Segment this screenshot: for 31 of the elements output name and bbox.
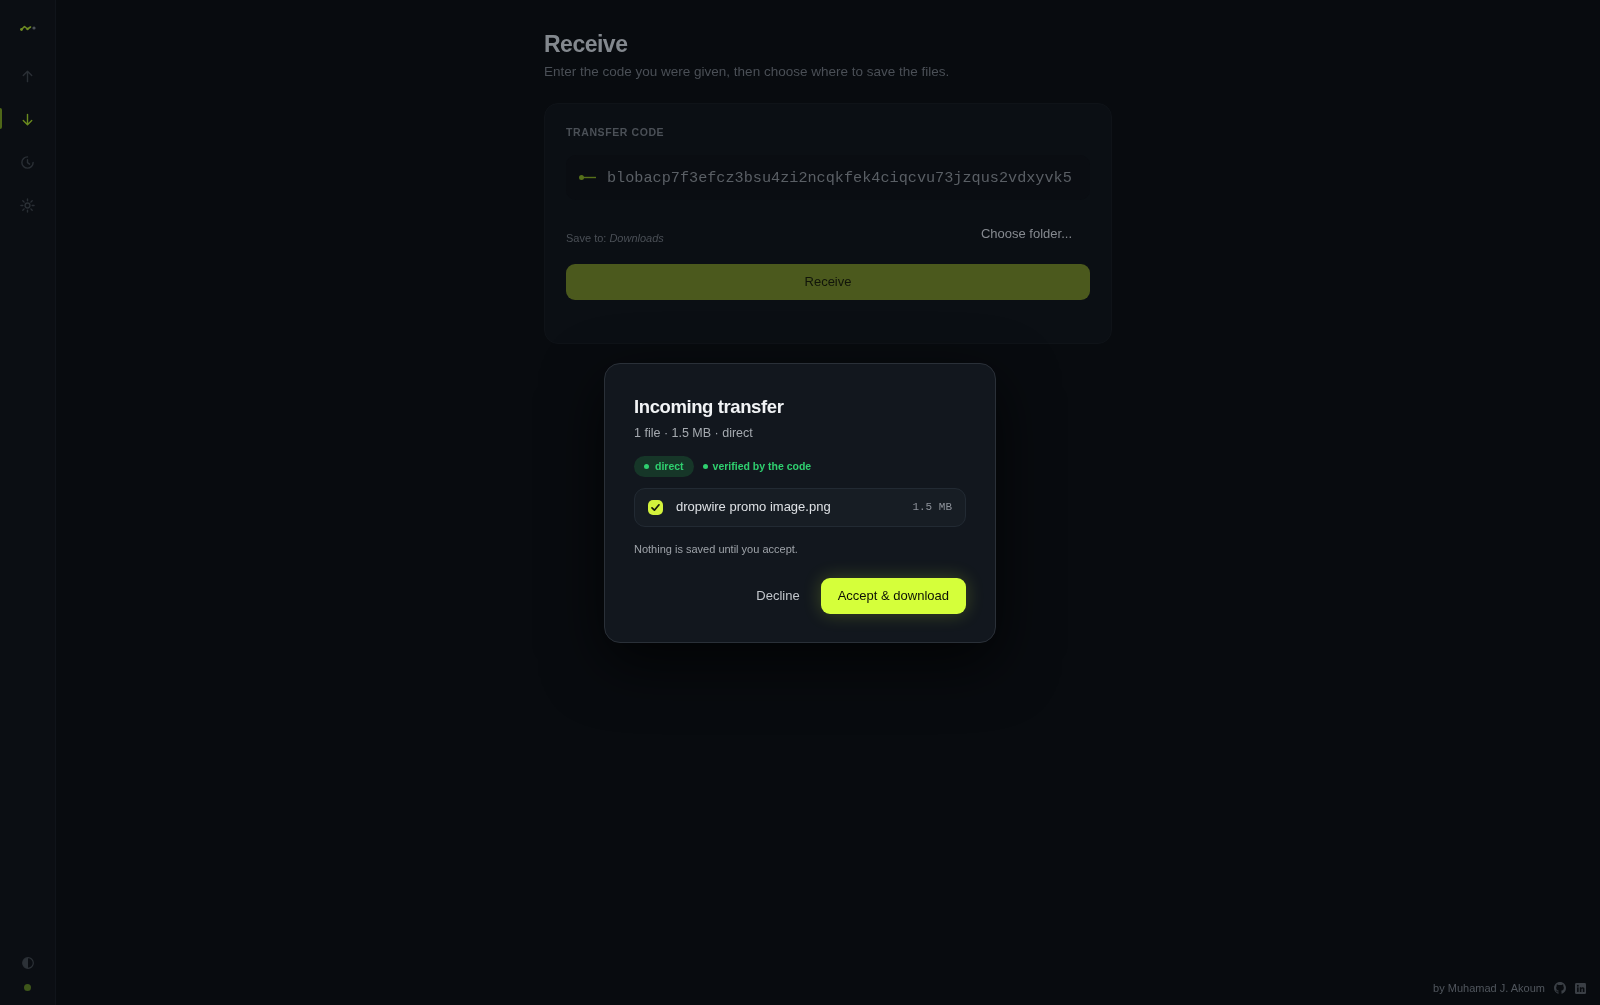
linkedin-link[interactable] [1575, 982, 1586, 994]
github-icon [1554, 982, 1566, 994]
file-checkbox[interactable] [648, 499, 663, 515]
field-label: TRANSFER CODE [566, 125, 666, 140]
arrow-up-icon [20, 68, 35, 84]
clock-icon [20, 154, 35, 170]
dialog-note: Nothing is saved until you accept. [634, 541, 799, 557]
file-name: dropwire promo image.png [676, 498, 832, 516]
page-subtitle: Enter the code you were given, then choose where to save the files. [544, 62, 951, 81]
page-title: Receive [544, 30, 629, 59]
dot-line-icon [579, 175, 596, 180]
save-location-text: Save to: Downloads [566, 231, 664, 246]
decline-button[interactable]: Decline [742, 577, 814, 614]
status-dot-icon [702, 463, 708, 469]
contrast-icon [21, 957, 34, 969]
linkedin-icon [1575, 982, 1586, 994]
logo-icon [19, 24, 36, 32]
sun-icon [20, 197, 35, 213]
github-link[interactable] [1554, 982, 1566, 994]
status-dot-icon [644, 463, 649, 469]
theme-toggle-button[interactable] [20, 956, 35, 970]
choose-folder-button[interactable]: Choose folder... [962, 218, 1090, 250]
file-size: 1.5 MB [912, 500, 952, 515]
status-dot-icon [24, 984, 31, 991]
accept-button[interactable]: Accept & download [820, 577, 966, 614]
dialog-title: Incoming transfer [634, 394, 785, 419]
transfer-summary: 1 file · 1.5 MB · direct [634, 424, 754, 442]
arrow-down-icon [20, 111, 35, 127]
credit-text: by Muhamad J. Akoum [1433, 981, 1545, 995]
status-label: direct [655, 459, 684, 473]
status-label: verified by the code [712, 459, 812, 473]
